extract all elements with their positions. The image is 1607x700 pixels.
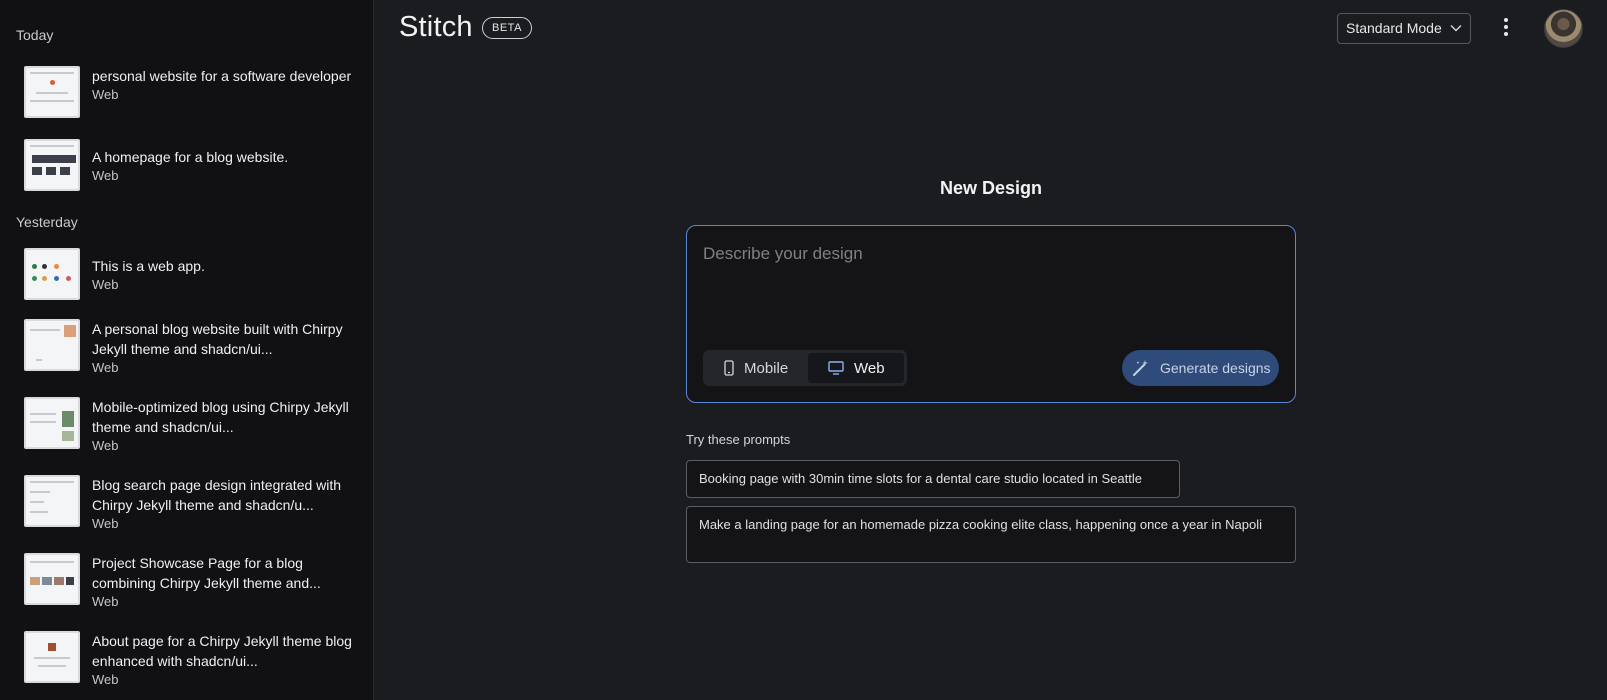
generate-designs-label: Generate designs [1160,360,1271,376]
app-logo[interactable]: Stitch [399,11,473,44]
section-label-yesterday: Yesterday [16,214,78,230]
history-item-title: This is a web app. [92,258,205,274]
history-item[interactable]: This is a web app. Web [24,248,364,312]
history-item[interactable]: personal website for a software develope… [24,66,364,130]
platform-option-label: Mobile [744,359,789,377]
design-thumbnail [24,248,80,300]
monitor-icon [828,361,844,375]
history-item-type: Web [92,168,119,183]
history-item-title: Project Showcase Page for a blog combini… [92,555,321,591]
try-prompts-label: Try these prompts [686,432,791,447]
platform-option-web[interactable]: Web [808,353,904,383]
design-composer: Mobile Web Generate designs [686,225,1296,403]
history-item-type: Web [92,438,119,453]
design-prompt-input[interactable] [703,244,1273,304]
mode-select-value: Standard Mode [1346,20,1442,36]
user-avatar[interactable] [1544,9,1583,48]
history-item[interactable]: Project Showcase Page for a blog combini… [24,553,364,617]
history-item[interactable]: A homepage for a blog website. Web [24,139,364,203]
mode-select[interactable]: Standard Mode [1337,13,1471,44]
platform-toggle: Mobile Web [703,350,907,386]
history-item-title: personal website for a software develope… [92,68,352,84]
page-title: New Design [939,178,1043,198]
design-thumbnail [24,66,80,118]
history-item[interactable]: Mobile-optimized blog using Chirpy Jekyl… [24,397,364,461]
chevron-down-icon [1450,25,1462,32]
more-options-button[interactable] [1499,17,1513,39]
history-item-type: Web [92,360,119,375]
history-item-type: Web [92,277,119,292]
history-item-type: Web [92,672,119,687]
history-item-title: About page for a Chirpy Jekyll theme blo… [92,633,352,669]
magic-wand-icon [1133,360,1148,376]
history-item[interactable]: Blog search page design integrated with … [24,475,364,539]
history-item-title: Mobile-optimized blog using Chirpy Jekyl… [92,399,349,435]
design-thumbnail [24,139,80,191]
section-label-today: Today [16,27,54,43]
prompt-suggestion[interactable]: Make a landing page for an homemade pizz… [686,506,1296,563]
history-item-title: A personal blog website built with Chirp… [92,321,343,357]
history-sidebar: Today personal website for a software de… [0,0,374,700]
beta-badge: BETA [482,17,532,39]
design-thumbnail [24,397,80,449]
platform-option-label: Web [854,359,885,377]
design-thumbnail [24,319,80,371]
design-thumbnail [24,631,80,683]
history-item[interactable]: About page for a Chirpy Jekyll theme blo… [24,631,364,695]
history-item-type: Web [92,516,119,531]
history-item-type: Web [92,87,119,102]
history-item[interactable]: A personal blog website built with Chirp… [24,319,364,383]
generate-designs-button[interactable]: Generate designs [1122,350,1279,386]
history-item-title: Blog search page design integrated with … [92,477,342,513]
design-thumbnail [24,553,80,605]
design-thumbnail [24,475,80,527]
platform-option-mobile[interactable]: Mobile [706,353,806,383]
phone-icon [724,360,734,376]
prompt-suggestion[interactable]: Booking page with 30min time slots for a… [686,460,1180,498]
history-item-type: Web [92,594,119,609]
history-item-title: A homepage for a blog website. [92,149,289,165]
